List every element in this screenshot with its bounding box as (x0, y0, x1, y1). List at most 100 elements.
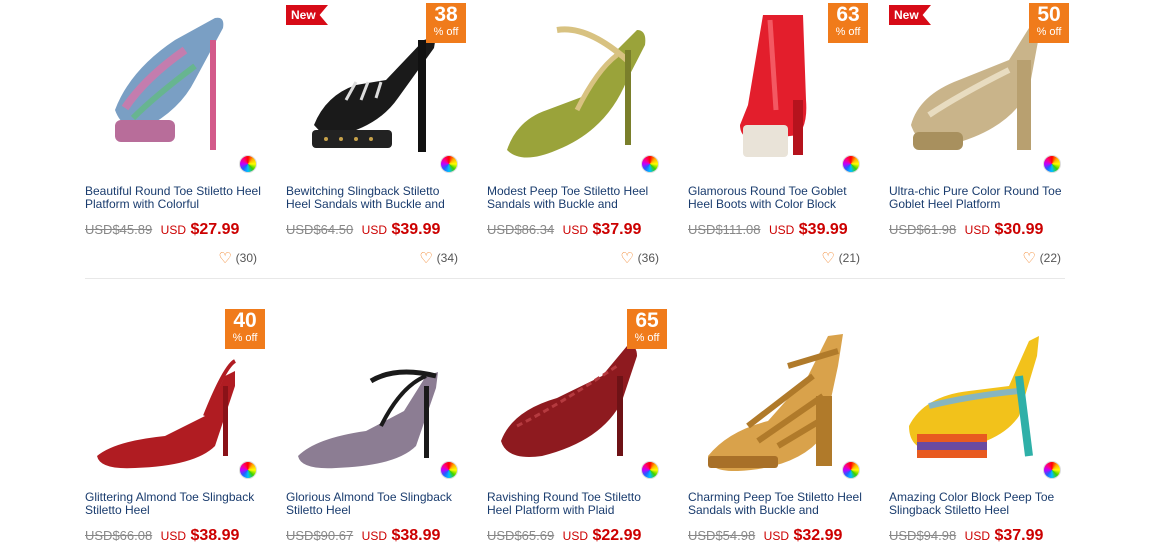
price-block: USD$65.69 USD $22.99 (487, 527, 687, 545)
original-price: USD$86.34 (487, 222, 555, 237)
price-block: USD$45.89 USD $27.99 (85, 221, 285, 239)
sale-price: $39.99 (391, 221, 441, 238)
price-block: USD$90.67 USD $38.99 (286, 527, 486, 545)
shoe-colorblock-slingback (909, 336, 1039, 458)
sale-price: $37.99 (994, 527, 1044, 544)
product-image[interactable] (889, 306, 1069, 486)
product-name[interactable]: Charming Peep Toe Stiletto Heel Sandals … (688, 491, 868, 517)
discount-label: % off (232, 332, 258, 344)
discount-percent: 50 (1037, 3, 1061, 26)
product-card[interactable]: Glorious Almond Toe Slingback Stiletto H… (286, 306, 466, 544)
price-block: USD$54.98 USD $32.99 (688, 527, 888, 545)
currency-label: USD (964, 529, 991, 543)
discount-badge: 63 % off (828, 3, 868, 43)
discount-percent: 63 (836, 3, 860, 26)
product-name[interactable]: Amazing Color Block Peep Toe Slingback S… (889, 491, 1069, 517)
shoe-gladiator-tan (708, 334, 843, 472)
product-image[interactable] (487, 0, 667, 180)
product-card[interactable]: 65 % off Ravishing Round Toe Stiletto He… (487, 306, 667, 544)
sale-price: $22.99 (592, 527, 642, 544)
product-image[interactable] (688, 306, 868, 486)
original-price: USD$61.98 (889, 222, 957, 237)
currency-label: USD (562, 223, 589, 237)
currency-label: USD (361, 223, 388, 237)
product-card[interactable]: 63 % off Glamorous Round Toe Goblet Heel… (688, 0, 868, 267)
color-wheel-icon[interactable] (239, 461, 257, 479)
color-wheel-icon[interactable] (239, 155, 257, 173)
color-wheel-icon[interactable] (842, 461, 860, 479)
favorite-count: (30) (235, 251, 257, 265)
product-card[interactable]: Beautiful Round Toe Stiletto Heel Platfo… (85, 0, 265, 267)
sale-price: $27.99 (190, 221, 240, 238)
discount-badge: 50 % off (1029, 3, 1069, 43)
product-name[interactable]: Glorious Almond Toe Slingback Stiletto H… (286, 491, 466, 517)
heart-icon[interactable]: ♡ (419, 250, 432, 267)
original-price: USD$94.98 (889, 528, 957, 543)
discount-badge: 38 % off (426, 3, 466, 43)
discount-label: % off (1036, 26, 1062, 38)
currency-label: USD (160, 223, 187, 237)
original-price: USD$90.67 (286, 528, 354, 543)
discount-label: % off (835, 26, 861, 38)
product-image[interactable]: New 50 % off (889, 0, 1069, 180)
favorite-button[interactable]: ♡ (21) (821, 249, 860, 267)
original-price: USD$111.08 (688, 222, 761, 237)
shoe-pump-floral (115, 17, 224, 150)
favorite-button[interactable]: ♡ (30) (218, 249, 257, 267)
favorite-button[interactable]: ♡ (34) (419, 249, 458, 267)
shoe-slingback-snake (298, 369, 438, 469)
product-card[interactable]: New 50 % off Ultra-chic Pure Color Round… (889, 0, 1069, 267)
product-image[interactable]: New 38 % off (286, 0, 466, 180)
favorite-count: (22) (1039, 251, 1061, 265)
sale-price: $38.99 (190, 527, 240, 544)
favorite-count: (21) (838, 251, 860, 265)
favorite-button[interactable]: ♡ (22) (1022, 249, 1061, 267)
product-image[interactable] (85, 0, 265, 180)
color-wheel-icon[interactable] (1043, 461, 1061, 479)
favorite-count: (36) (637, 251, 659, 265)
discount-percent: 40 (233, 309, 257, 332)
original-price: USD$65.69 (487, 528, 555, 543)
price-block: USD$94.98 USD $37.99 (889, 527, 1089, 545)
color-wheel-icon[interactable] (842, 155, 860, 173)
favorite-button[interactable]: ♡ (36) (620, 249, 659, 267)
color-wheel-icon[interactable] (440, 461, 458, 479)
product-name[interactable]: Ultra-chic Pure Color Round Toe Goblet H… (889, 185, 1069, 211)
product-image[interactable]: 65 % off (487, 306, 667, 486)
product-card[interactable]: Amazing Color Block Peep Toe Slingback S… (889, 306, 1069, 544)
heart-icon[interactable]: ♡ (1022, 250, 1035, 267)
product-name[interactable]: Ravishing Round Toe Stiletto Heel Platfo… (487, 491, 667, 517)
product-name[interactable]: Bewitching Slingback Stiletto Heel Sanda… (286, 185, 466, 211)
original-price: USD$45.89 (85, 222, 153, 237)
product-image[interactable]: 63 % off (688, 0, 868, 180)
price-block: USD$61.98 USD $30.99 (889, 221, 1089, 239)
discount-label: % off (433, 26, 459, 38)
product-name[interactable]: Beautiful Round Toe Stiletto Heel Platfo… (85, 185, 265, 211)
product-card[interactable]: 40 % off Glittering Almond Toe Slingback… (85, 306, 265, 544)
discount-badge: 65 % off (627, 309, 667, 349)
heart-icon[interactable]: ♡ (620, 250, 633, 267)
price-block: USD$66.08 USD $38.99 (85, 527, 285, 545)
color-wheel-icon[interactable] (1043, 155, 1061, 173)
shoe-peep-toe-green (507, 26, 646, 158)
heart-icon[interactable]: ♡ (218, 250, 231, 267)
product-name[interactable]: Modest Peep Toe Stiletto Heel Sandals wi… (487, 185, 667, 211)
product-image[interactable] (286, 306, 466, 486)
currency-label: USD (964, 223, 991, 237)
heart-icon[interactable]: ♡ (821, 250, 834, 267)
product-image[interactable]: 40 % off (85, 306, 265, 486)
product-card[interactable]: Charming Peep Toe Stiletto Heel Sandals … (688, 306, 868, 544)
sale-price: $32.99 (793, 527, 843, 544)
color-wheel-icon[interactable] (641, 461, 659, 479)
color-wheel-icon[interactable] (440, 155, 458, 173)
original-price: USD$64.50 (286, 222, 354, 237)
product-card[interactable]: Modest Peep Toe Stiletto Heel Sandals wi… (487, 0, 667, 267)
product-name[interactable]: Glamorous Round Toe Goblet Heel Boots wi… (688, 185, 868, 211)
color-wheel-icon[interactable] (641, 155, 659, 173)
favorite-count: (34) (436, 251, 458, 265)
currency-label: USD (768, 223, 795, 237)
discount-percent: 65 (635, 309, 659, 332)
currency-label: USD (361, 529, 388, 543)
product-name[interactable]: Glittering Almond Toe Slingback Stiletto… (85, 491, 265, 517)
product-card[interactable]: New 38 % off Bewitching Slingback Stilet… (286, 0, 466, 267)
